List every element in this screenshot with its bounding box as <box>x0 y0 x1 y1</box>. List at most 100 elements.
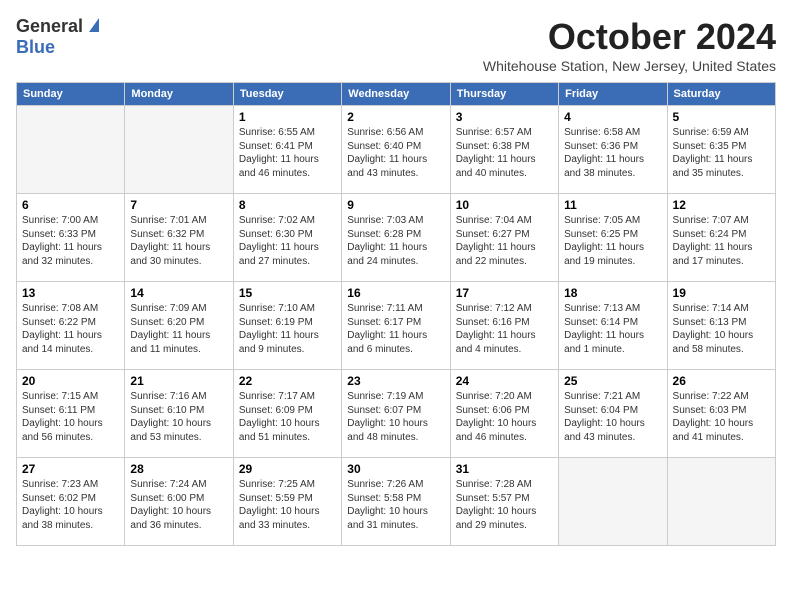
cell-details: Sunrise: 7:14 AM Sunset: 6:13 PM Dayligh… <box>673 302 770 356</box>
cell-details: Sunrise: 7:23 AM Sunset: 6:02 PM Dayligh… <box>22 478 119 532</box>
day-number: 3 <box>456 110 553 124</box>
day-number: 6 <box>22 198 119 212</box>
day-number: 30 <box>347 462 444 476</box>
calendar-cell: 28Sunrise: 7:24 AM Sunset: 6:00 PM Dayli… <box>125 458 233 546</box>
title-section: October 2024 Whitehouse Station, New Jer… <box>483 16 776 74</box>
calendar-cell: 13 Sunrise: 7:08 AM Sunset: 6:22 PM Dayli… <box>17 282 125 370</box>
calendar-cell: 22 Sunrise: 7:17 AM Sunset: 6:09 PM Dayli… <box>233 370 341 458</box>
calendar-cell: 18 Sunrise: 7:13 AM Sunset: 6:14 PM Dayli… <box>559 282 667 370</box>
day-number: 31 <box>456 462 553 476</box>
page-header: General Blue October 2024 Whitehouse Sta… <box>16 16 776 74</box>
calendar-cell: 24 Sunrise: 7:20 AM Sunset: 6:06 PM Dayli… <box>450 370 558 458</box>
weekday-tuesday: Tuesday <box>233 83 341 106</box>
calendar-cell: 19 Sunrise: 7:14 AM Sunset: 6:13 PM Dayli… <box>667 282 775 370</box>
day-number: 8 <box>239 198 336 212</box>
cell-details: Sunrise: 7:03 AM Sunset: 6:28 PM Dayligh… <box>347 214 444 268</box>
day-number: 20 <box>22 374 119 388</box>
day-number: 14 <box>130 286 227 300</box>
day-number: 26 <box>673 374 770 388</box>
day-number: 25 <box>564 374 661 388</box>
day-number: 13 <box>22 286 119 300</box>
day-number: 4 <box>564 110 661 124</box>
day-number: 27 <box>22 462 119 476</box>
logo-triangle-icon <box>85 18 99 37</box>
calendar-cell: 5 Sunrise: 6:59 AM Sunset: 6:35 PM Daylig… <box>667 106 775 194</box>
cell-details: Sunrise: 7:28 AM Sunset: 5:57 PM Dayligh… <box>456 478 553 532</box>
calendar-cell: 6 Sunrise: 7:00 AM Sunset: 6:33 PM Daylig… <box>17 194 125 282</box>
day-number: 5 <box>673 110 770 124</box>
cell-details: Sunrise: 7:26 AM Sunset: 5:58 PM Dayligh… <box>347 478 444 532</box>
day-number: 9 <box>347 198 444 212</box>
cell-details: Sunrise: 7:17 AM Sunset: 6:09 PM Dayligh… <box>239 390 336 444</box>
calendar-cell: 30 Sunrise: 7:26 AM Sunset: 5:58 PM Dayli… <box>342 458 450 546</box>
weekday-thursday: Thursday <box>450 83 558 106</box>
weekday-monday: Monday <box>125 83 233 106</box>
calendar-cell: 27 Sunrise: 7:23 AM Sunset: 6:02 PM Dayli… <box>17 458 125 546</box>
cell-details: Sunrise: 6:57 AM Sunset: 6:38 PM Dayligh… <box>456 126 553 180</box>
day-number: 17 <box>456 286 553 300</box>
calendar-cell: 1 Sunrise: 6:55 AM Sunset: 6:41 PM Daylig… <box>233 106 341 194</box>
day-number: 12 <box>673 198 770 212</box>
calendar-cell: 4 Sunrise: 6:58 AM Sunset: 6:36 PM Daylig… <box>559 106 667 194</box>
calendar-cell <box>17 106 125 194</box>
cell-details: Sunrise: 7:15 AM Sunset: 6:11 PM Dayligh… <box>22 390 119 444</box>
calendar-cell: 15Sunrise: 7:10 AM Sunset: 6:19 PM Dayli… <box>233 282 341 370</box>
logo-blue-text: Blue <box>16 37 55 57</box>
cell-details: Sunrise: 7:08 AM Sunset: 6:22 PM Dayligh… <box>22 302 119 356</box>
day-number: 29 <box>239 462 336 476</box>
day-number: 23 <box>347 374 444 388</box>
weekday-wednesday: Wednesday <box>342 83 450 106</box>
day-number: 19 <box>673 286 770 300</box>
cell-details: Sunrise: 7:11 AM Sunset: 6:17 PM Dayligh… <box>347 302 444 356</box>
calendar-cell: 10 Sunrise: 7:04 AM Sunset: 6:27 PM Dayli… <box>450 194 558 282</box>
day-number: 18 <box>564 286 661 300</box>
cell-details: Sunrise: 6:59 AM Sunset: 6:35 PM Dayligh… <box>673 126 770 180</box>
cell-details: Sunrise: 7:04 AM Sunset: 6:27 PM Dayligh… <box>456 214 553 268</box>
cell-details: Sunrise: 7:13 AM Sunset: 6:14 PM Dayligh… <box>564 302 661 356</box>
day-number: 11 <box>564 198 661 212</box>
day-number: 22 <box>239 374 336 388</box>
week-row-2: 6 Sunrise: 7:00 AM Sunset: 6:33 PM Daylig… <box>17 194 776 282</box>
cell-details: Sunrise: 7:21 AM Sunset: 6:04 PM Dayligh… <box>564 390 661 444</box>
calendar-cell: 20 Sunrise: 7:15 AM Sunset: 6:11 PM Dayli… <box>17 370 125 458</box>
cell-details: Sunrise: 7:09 AM Sunset: 6:20 PM Dayligh… <box>130 302 227 356</box>
calendar-cell: 12Sunrise: 7:07 AM Sunset: 6:24 PM Dayli… <box>667 194 775 282</box>
cell-details: Sunrise: 7:22 AM Sunset: 6:03 PM Dayligh… <box>673 390 770 444</box>
calendar-cell: 14 Sunrise: 7:09 AM Sunset: 6:20 PM Dayli… <box>125 282 233 370</box>
week-row-1: 1 Sunrise: 6:55 AM Sunset: 6:41 PM Daylig… <box>17 106 776 194</box>
cell-details: Sunrise: 7:12 AM Sunset: 6:16 PM Dayligh… <box>456 302 553 356</box>
cell-details: Sunrise: 7:19 AM Sunset: 6:07 PM Dayligh… <box>347 390 444 444</box>
week-row-3: 13 Sunrise: 7:08 AM Sunset: 6:22 PM Dayli… <box>17 282 776 370</box>
day-number: 21 <box>130 374 227 388</box>
weekday-sunday: Sunday <box>17 83 125 106</box>
calendar-table: SundayMondayTuesdayWednesdayThursdayFrid… <box>16 82 776 546</box>
calendar-cell <box>667 458 775 546</box>
calendar-cell: 16Sunrise: 7:11 AM Sunset: 6:17 PM Dayli… <box>342 282 450 370</box>
cell-details: Sunrise: 7:00 AM Sunset: 6:33 PM Dayligh… <box>22 214 119 268</box>
calendar-cell: 23 Sunrise: 7:19 AM Sunset: 6:07 PM Dayli… <box>342 370 450 458</box>
cell-details: Sunrise: 6:58 AM Sunset: 6:36 PM Dayligh… <box>564 126 661 180</box>
calendar-cell: 31 Sunrise: 7:28 AM Sunset: 5:57 PM Dayli… <box>450 458 558 546</box>
day-number: 1 <box>239 110 336 124</box>
calendar-cell: 11Sunrise: 7:05 AM Sunset: 6:25 PM Dayli… <box>559 194 667 282</box>
calendar-cell: 8 Sunrise: 7:02 AM Sunset: 6:30 PM Daylig… <box>233 194 341 282</box>
calendar-cell: 9 Sunrise: 7:03 AM Sunset: 6:28 PM Daylig… <box>342 194 450 282</box>
day-number: 10 <box>456 198 553 212</box>
week-row-4: 20 Sunrise: 7:15 AM Sunset: 6:11 PM Dayli… <box>17 370 776 458</box>
cell-details: Sunrise: 7:16 AM Sunset: 6:10 PM Dayligh… <box>130 390 227 444</box>
weekday-saturday: Saturday <box>667 83 775 106</box>
day-number: 7 <box>130 198 227 212</box>
day-number: 2 <box>347 110 444 124</box>
week-row-5: 27 Sunrise: 7:23 AM Sunset: 6:02 PM Dayli… <box>17 458 776 546</box>
cell-details: Sunrise: 6:55 AM Sunset: 6:41 PM Dayligh… <box>239 126 336 180</box>
calendar-cell <box>559 458 667 546</box>
cell-details: Sunrise: 7:20 AM Sunset: 6:06 PM Dayligh… <box>456 390 553 444</box>
day-number: 24 <box>456 374 553 388</box>
weekday-friday: Friday <box>559 83 667 106</box>
calendar-cell: 2Sunrise: 6:56 AM Sunset: 6:40 PM Daylig… <box>342 106 450 194</box>
calendar-cell: 26 Sunrise: 7:22 AM Sunset: 6:03 PM Dayli… <box>667 370 775 458</box>
calendar-cell <box>125 106 233 194</box>
calendar-cell: 25 Sunrise: 7:21 AM Sunset: 6:04 PM Dayli… <box>559 370 667 458</box>
cell-details: Sunrise: 7:24 AM Sunset: 6:00 PM Dayligh… <box>130 478 227 532</box>
cell-details: Sunrise: 7:02 AM Sunset: 6:30 PM Dayligh… <box>239 214 336 268</box>
